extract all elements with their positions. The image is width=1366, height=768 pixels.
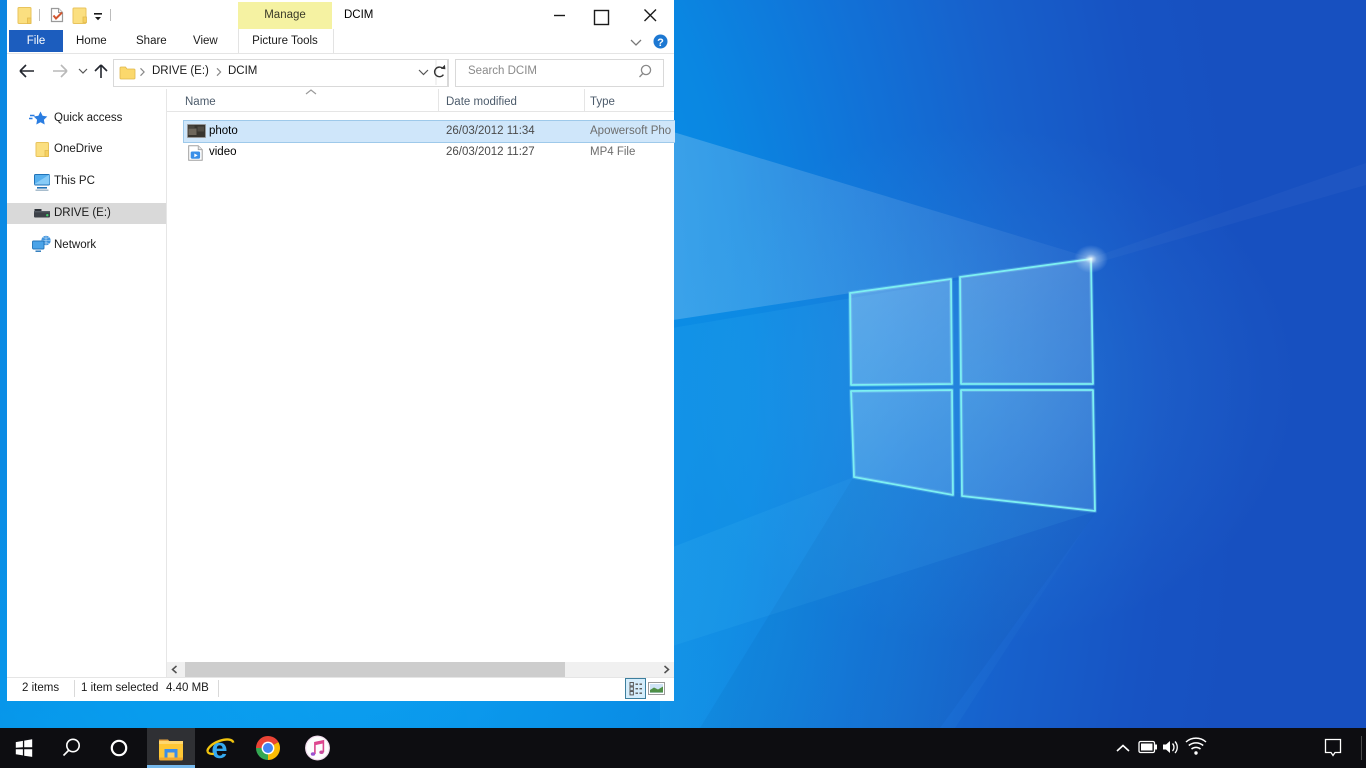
svg-text:e: e <box>211 733 227 765</box>
svg-text:?: ? <box>657 37 664 49</box>
